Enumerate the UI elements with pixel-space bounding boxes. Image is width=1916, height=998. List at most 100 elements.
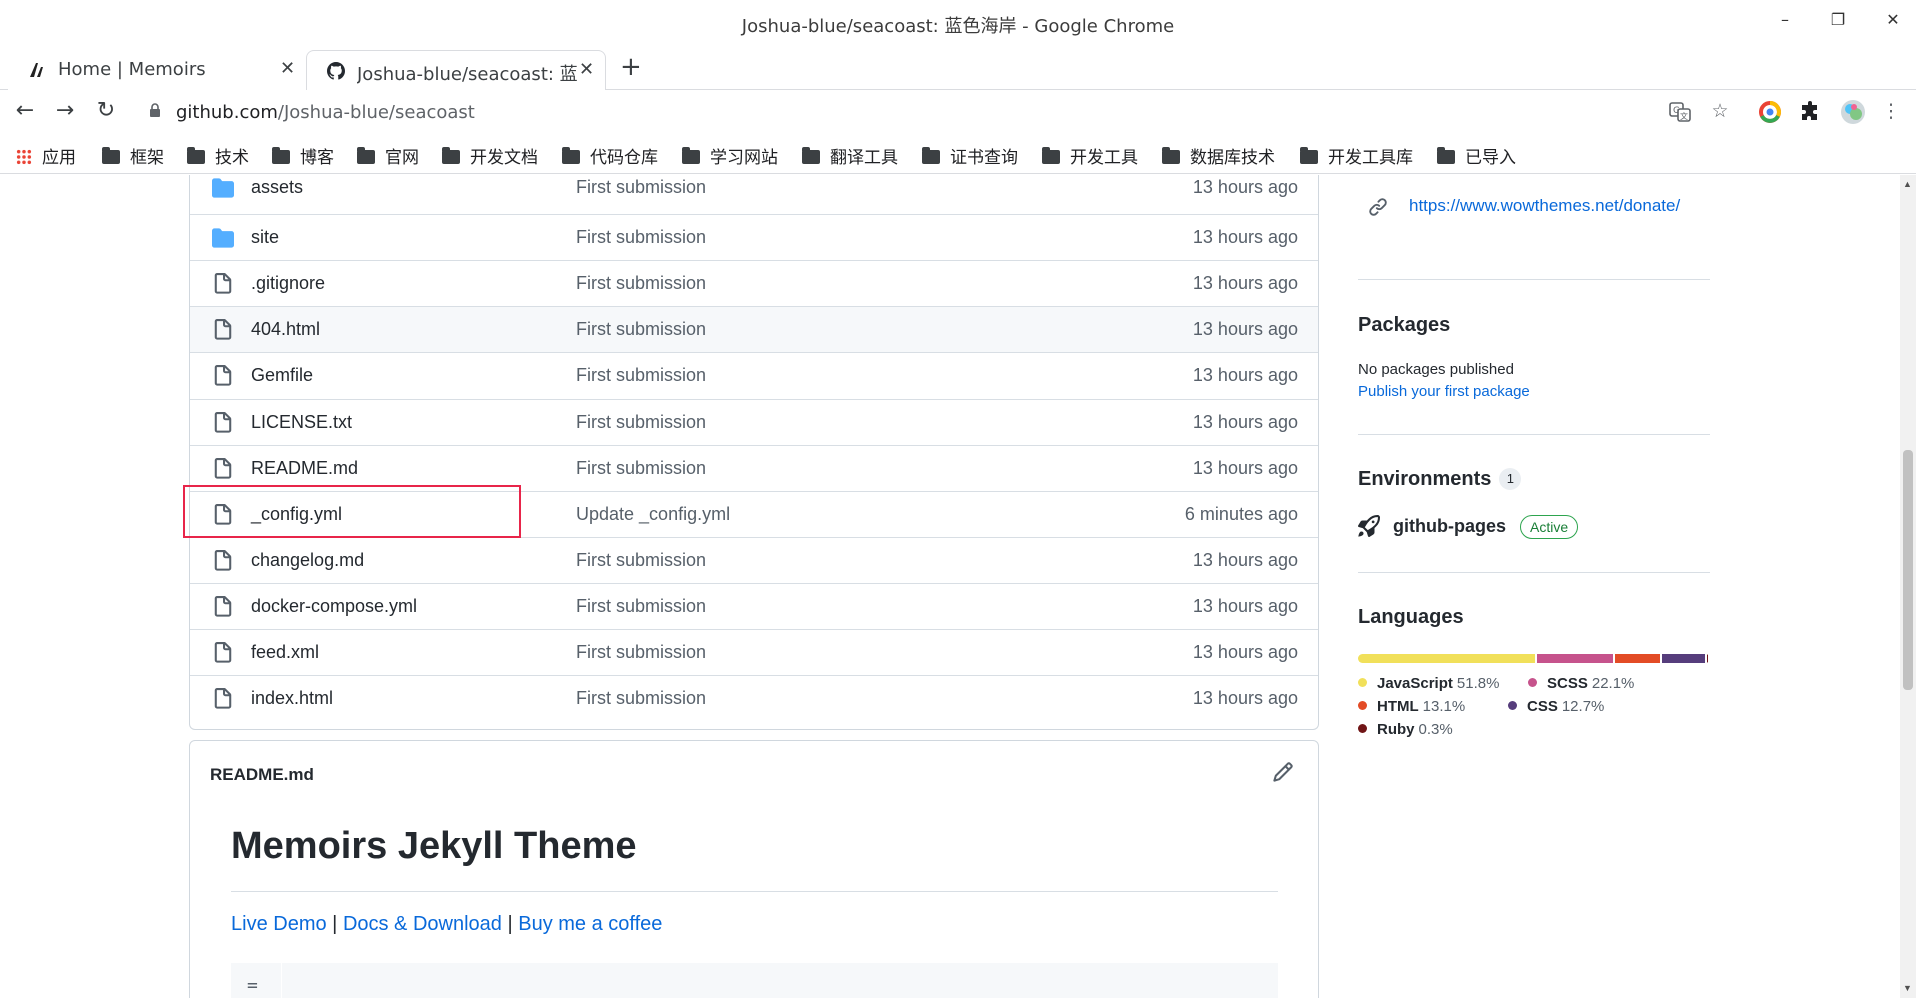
bookmark-folder-dev-libs[interactable]: 开发工具库	[1300, 143, 1413, 168]
folder-icon	[357, 147, 375, 164]
file-name-link[interactable]: LICENSE.txt	[251, 412, 352, 433]
folder-icon	[562, 147, 580, 164]
file-row[interactable]: feed.xml First submission 13 hours ago	[190, 629, 1318, 675]
commit-message-link[interactable]: First submission	[576, 365, 706, 386]
bookmark-folder-imported[interactable]: 已导入	[1437, 143, 1516, 168]
file-row[interactable]: LICENSE.txt First submission 13 hours ago	[190, 398, 1318, 445]
tab-seacoast[interactable]: Joshua-blue/seacoast: 蓝色 ✕	[306, 50, 606, 90]
language-percent: 51.8%	[1456, 675, 1500, 692]
apps-grid-icon	[16, 149, 32, 165]
bookmark-folder-dev-tools[interactable]: 开发工具	[1042, 143, 1138, 168]
bookmark-folder-certificates[interactable]: 证书查询	[922, 143, 1018, 168]
file-row[interactable]: 404.html First submission 13 hours ago	[190, 306, 1318, 353]
environment-name[interactable]: github-pages	[1393, 516, 1506, 537]
file-name-link[interactable]: site	[251, 227, 279, 248]
bookmark-label: 学习网站	[710, 148, 778, 168]
page-content: assets First submission 13 hours ago site Fi…	[0, 175, 1900, 998]
scroll-down-icon[interactable]: ▼	[1903, 983, 1912, 993]
tab-home-memoirs[interactable]: Home | Memoirs ✕	[8, 50, 306, 90]
packages-heading[interactable]: Packages	[1358, 314, 1450, 337]
close-tab-icon[interactable]: ✕	[280, 58, 295, 79]
close-window-button[interactable]: ✕	[1878, 10, 1908, 34]
commit-message-link[interactable]: First submission	[576, 458, 706, 479]
language-item[interactable]: Ruby 0.3%	[1358, 721, 1453, 738]
link-icon	[1369, 198, 1387, 216]
publish-package-link[interactable]: Publish your first package	[1358, 383, 1530, 400]
bookmark-folder-translation[interactable]: 翻译工具	[802, 143, 898, 168]
file-row[interactable]: .gitignore First submission 13 hours ago	[190, 260, 1318, 306]
file-name-link[interactable]: docker-compose.yml	[251, 596, 417, 617]
file-name-link[interactable]: _config.yml	[251, 504, 342, 525]
bookmark-folder-official[interactable]: 官网	[357, 143, 419, 168]
file-name-link[interactable]: changelog.md	[251, 550, 364, 571]
bookmark-folder-tech[interactable]: 技术	[187, 143, 249, 168]
restore-button[interactable]: ❐	[1823, 10, 1853, 34]
commit-message-link[interactable]: First submission	[576, 550, 706, 571]
chrome-extension-icon[interactable]	[1758, 100, 1782, 124]
file-row[interactable]: changelog.md First submission 13 hours ago	[190, 536, 1318, 583]
live-demo-link[interactable]: Live Demo	[231, 913, 327, 935]
commit-message-link[interactable]: First submission	[576, 412, 706, 433]
pencil-icon[interactable]	[1272, 761, 1294, 783]
language-bar-segment	[1661, 654, 1705, 663]
scroll-up-icon[interactable]: ▲	[1903, 179, 1912, 189]
file-icon	[214, 319, 232, 340]
language-item[interactable]: SCSS 22.1%	[1528, 675, 1634, 692]
bookmark-folder-frameworks[interactable]: 框架	[102, 143, 164, 168]
commit-message-link[interactable]: Update _config.yml	[576, 504, 730, 525]
close-tab-icon[interactable]: ✕	[579, 59, 594, 80]
bookmark-apps[interactable]: 应用	[16, 143, 76, 168]
file-row[interactable]: site First submission 13 hours ago	[190, 214, 1318, 260]
docs-download-link[interactable]: Docs & Download	[343, 913, 502, 935]
file-row[interactable]: index.html First submission 13 hours ago	[190, 675, 1318, 721]
bookmark-folder-learning[interactable]: 学习网站	[682, 143, 778, 168]
file-name-link[interactable]: README.md	[251, 458, 358, 479]
file-name-link[interactable]: assets	[251, 177, 303, 198]
profile-avatar-icon[interactable]	[1840, 99, 1866, 125]
file-row[interactable]: Gemfile First submission 13 hours ago	[190, 352, 1318, 398]
file-row[interactable]: README.md First submission 13 hours ago	[190, 444, 1318, 491]
commit-message-link[interactable]: First submission	[576, 688, 706, 709]
commit-message-link[interactable]: First submission	[576, 319, 706, 340]
sidebar-divider	[1358, 572, 1710, 573]
file-name-link[interactable]: .gitignore	[251, 273, 325, 294]
bookmark-folder-blog[interactable]: 博客	[272, 143, 334, 168]
commit-message-link[interactable]: First submission	[576, 596, 706, 617]
kebab-menu-icon[interactable]: ⋮	[1879, 100, 1903, 124]
reload-button[interactable]: ↻	[92, 98, 120, 126]
file-icon	[214, 642, 232, 663]
minimize-button[interactable]: –	[1770, 10, 1800, 34]
commit-message-link[interactable]: First submission	[576, 273, 706, 294]
commit-message-link[interactable]: First submission	[576, 227, 706, 248]
new-tab-button[interactable]: +	[620, 52, 642, 82]
file-name-link[interactable]: index.html	[251, 688, 333, 709]
file-row[interactable]: docker-compose.yml First submission 13 hou…	[190, 582, 1318, 629]
file-name-link[interactable]: Gemfile	[251, 365, 313, 386]
puzzle-icon[interactable]	[1798, 100, 1822, 124]
bookmark-folder-database[interactable]: 数据库技术	[1162, 143, 1275, 168]
star-icon[interactable]: ☆	[1708, 100, 1732, 124]
commit-age: 13 hours ago	[1192, 457, 1298, 478]
language-item[interactable]: CSS 12.7%	[1508, 698, 1604, 715]
language-item[interactable]: HTML 13.1%	[1358, 698, 1465, 715]
commit-message-link[interactable]: First submission	[576, 177, 706, 198]
website-link[interactable]: https://www.wowthemes.net/donate/	[1409, 196, 1680, 216]
back-button[interactable]: ←	[11, 98, 39, 126]
file-name-link[interactable]: feed.xml	[251, 642, 319, 663]
file-name-link[interactable]: 404.html	[251, 319, 320, 340]
scroll-thumb[interactable]	[1903, 450, 1913, 690]
bookmark-folder-dev-docs[interactable]: 开发文档	[442, 143, 538, 168]
commit-message-link[interactable]: First submission	[576, 642, 706, 663]
environment-row: github-pages Active	[1358, 513, 1710, 543]
environments-heading[interactable]: Environments 1	[1358, 468, 1522, 491]
language-item[interactable]: JavaScript 51.8%	[1358, 675, 1499, 692]
file-row[interactable]: _config.yml Update _config.yml 6 minutes a…	[190, 490, 1318, 537]
address-bar[interactable]: github.com/Joshua-blue/seacoast	[140, 93, 1680, 131]
forward-button[interactable]: →	[51, 98, 79, 126]
translate-icon[interactable]: G文	[1668, 100, 1692, 124]
buy-coffee-link[interactable]: Buy me a coffee	[518, 913, 662, 935]
bookmark-label: 已导入	[1465, 148, 1516, 168]
page-scrollbar[interactable]: ▲ ▼	[1900, 175, 1916, 998]
file-row[interactable]: assets First submission 13 hours ago	[190, 175, 1318, 211]
bookmark-folder-code-repos[interactable]: 代码仓库	[562, 143, 658, 168]
